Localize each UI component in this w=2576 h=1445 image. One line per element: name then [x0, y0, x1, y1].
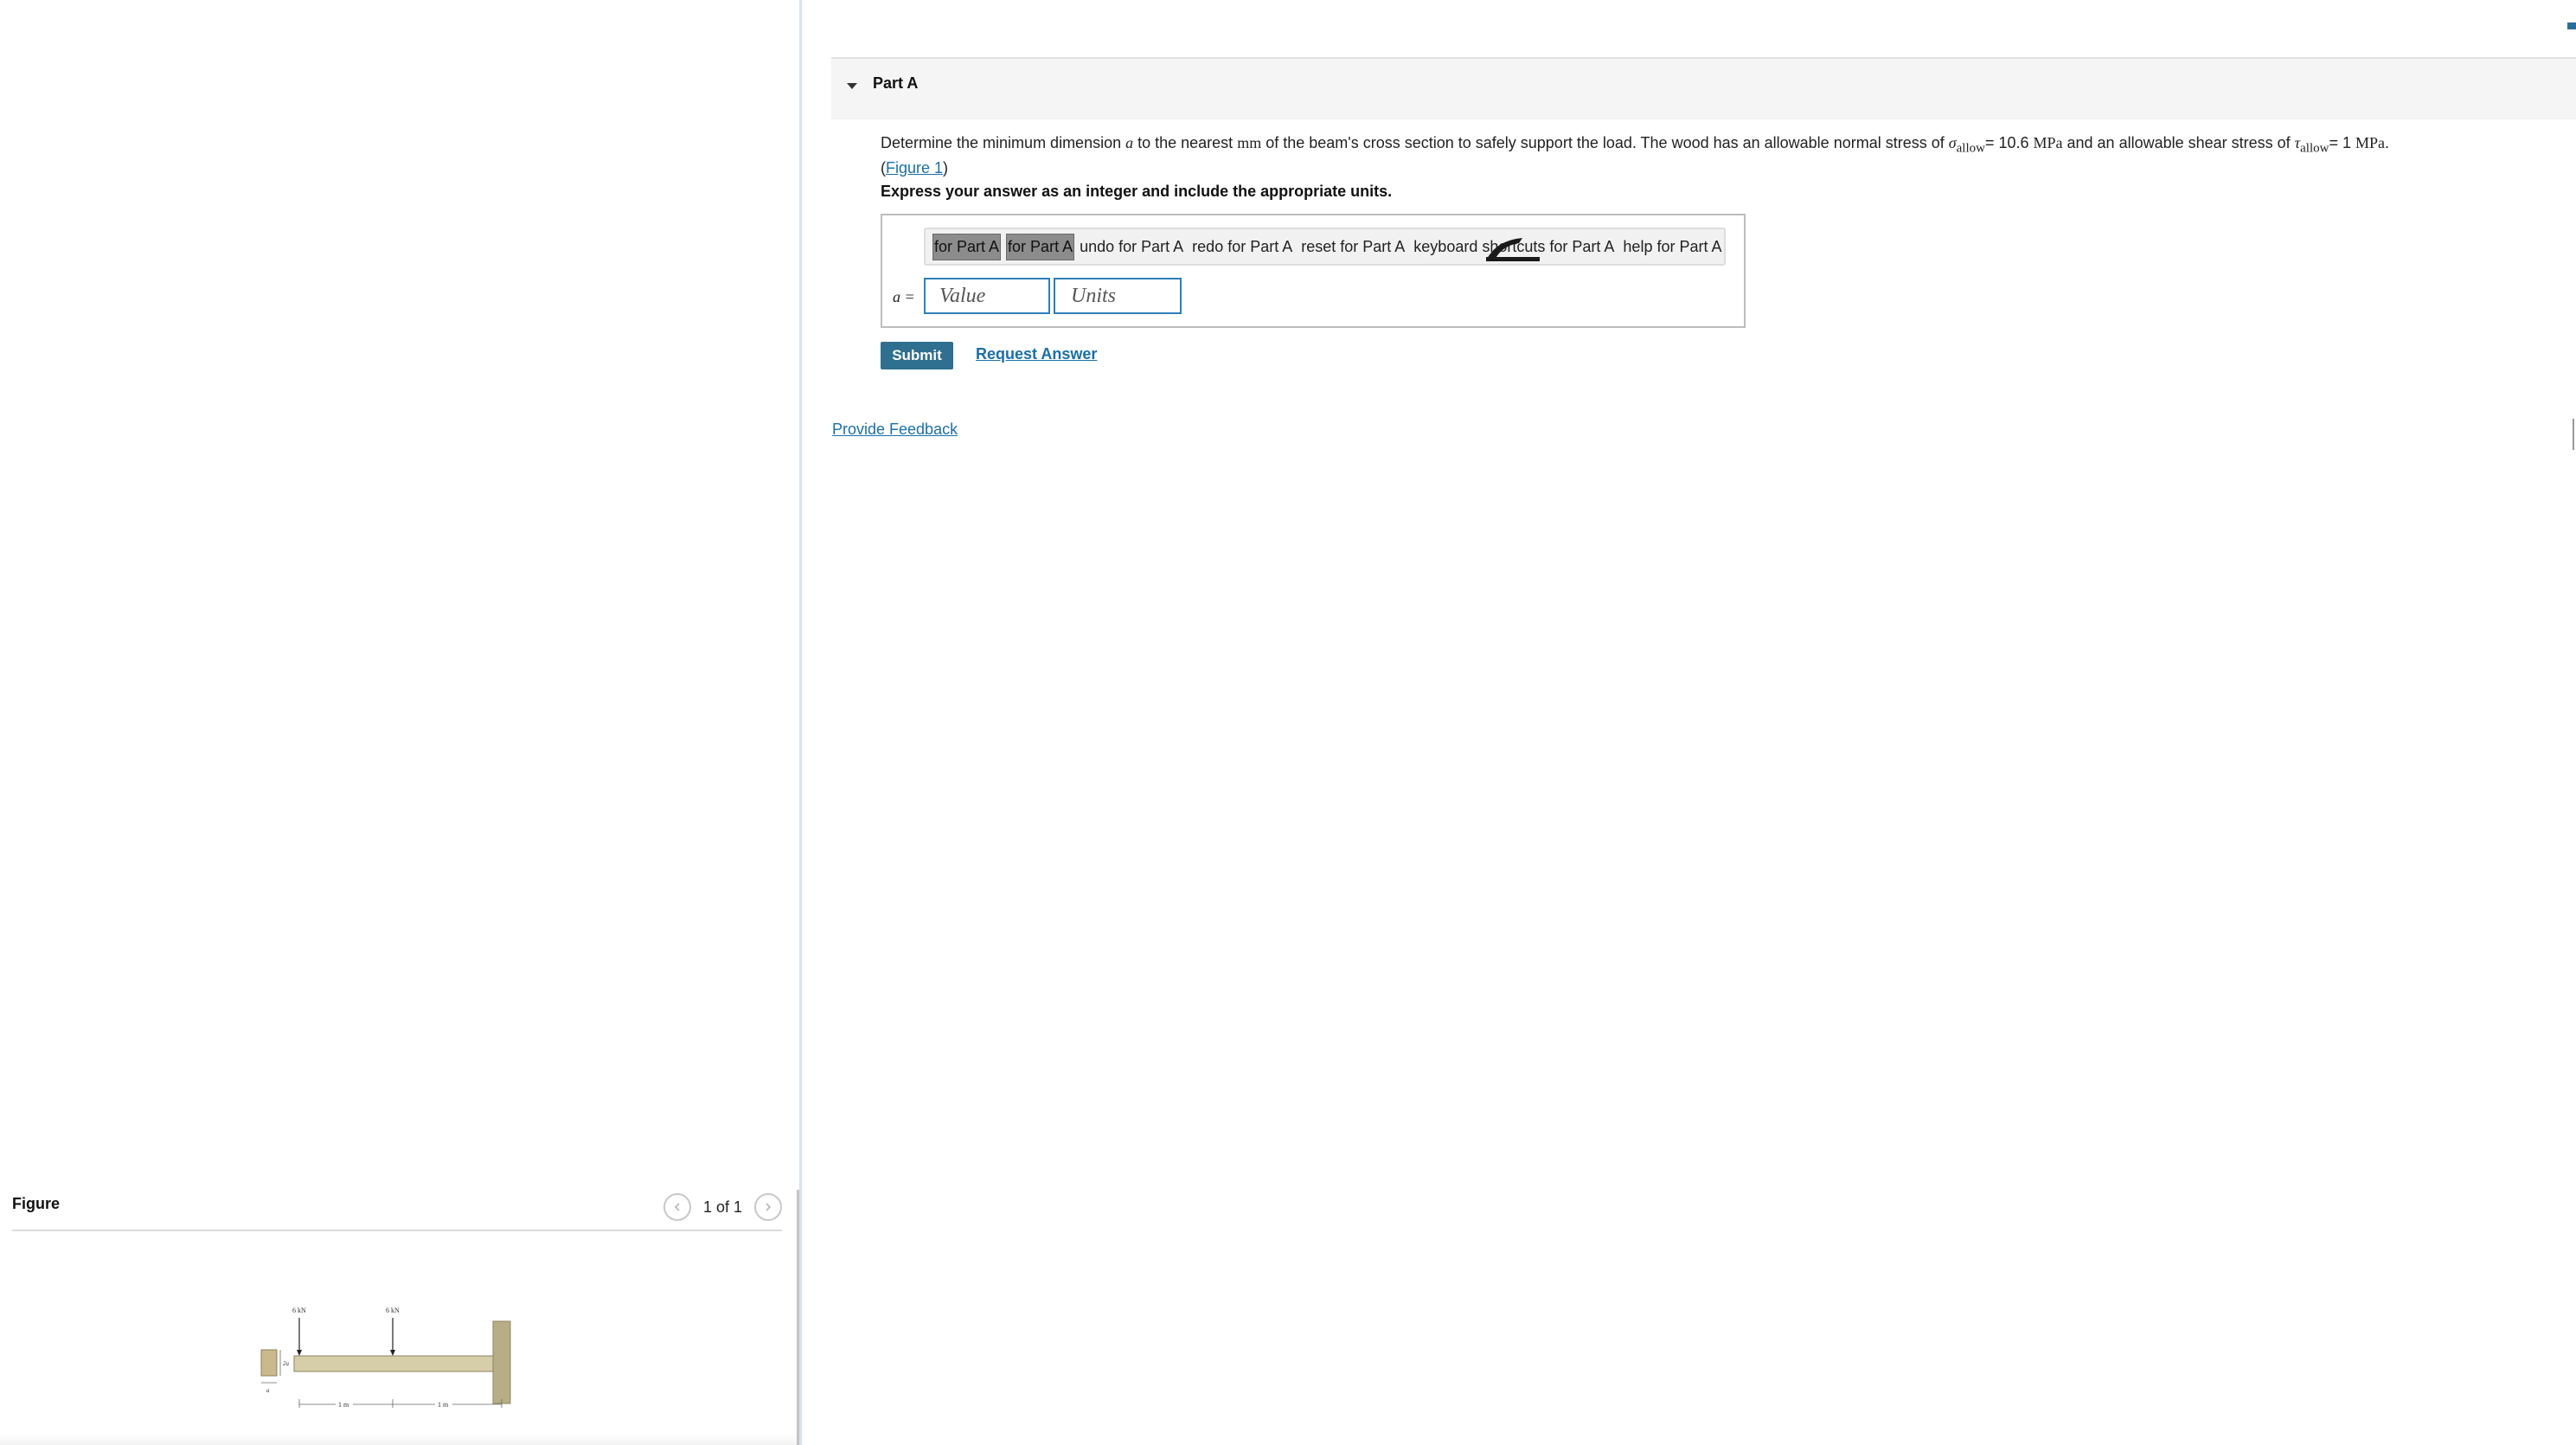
figure-pager: 1 of 1: [663, 1193, 782, 1221]
reset-button[interactable]: reset for Part A: [1301, 238, 1405, 256]
figure-title: Figure: [12, 1195, 61, 1212]
provide-feedback-link[interactable]: Provide Feedback: [832, 421, 958, 439]
load-label-1: 6 kN: [292, 1307, 306, 1314]
submit-button[interactable]: Submit: [881, 342, 953, 369]
figure-ref-close: ): [943, 158, 949, 177]
cursor-arrow-icon: [1486, 237, 1541, 261]
part-title: Part A: [873, 74, 919, 92]
section-height-label: 2a: [283, 1360, 290, 1367]
answer-box: for Part A for Part A undo for Part A re…: [881, 214, 1746, 328]
part-header[interactable]: Part A: [831, 57, 2576, 119]
sigma-symbol: σ: [1948, 134, 1957, 151]
unit-mpa-2: MPa: [2355, 134, 2385, 151]
section-width-label: a: [266, 1387, 270, 1394]
template-button-2[interactable]: for Part A: [1006, 233, 1075, 260]
fixed-wall: [492, 1320, 511, 1404]
value-input[interactable]: [924, 278, 1050, 314]
problem-text-7: .: [2385, 134, 2390, 151]
redo-button[interactable]: redo for Part A: [1192, 238, 1292, 256]
unit-mpa-1: MPa: [2033, 134, 2063, 151]
problem-text-5: and an allowable shear stress of: [2062, 134, 2295, 151]
tau-subscript: allow: [2300, 141, 2329, 156]
request-answer-link[interactable]: Request Answer: [976, 345, 1097, 363]
answer-variable-label: a =: [893, 288, 915, 305]
span-label-2: 1 m: [438, 1401, 449, 1409]
problem-text-6: = 1: [2329, 134, 2355, 151]
load-arrowhead-1: [297, 1350, 302, 1356]
chevron-right-icon: [766, 1203, 772, 1211]
load-label-2: 6 kN: [386, 1307, 400, 1314]
edge-handle[interactable]: [2573, 419, 2576, 450]
figure-1-link[interactable]: Figure 1: [886, 159, 943, 177]
pager-count: 1 of 1: [702, 1198, 742, 1216]
question-pane: Part A Determine the minimum dimension a…: [802, 0, 2576, 1445]
problem-text-4: = 10.6: [1984, 134, 2034, 151]
load-arrowhead-2: [390, 1350, 395, 1356]
beam: [293, 1355, 494, 1372]
var-a: a: [1125, 134, 1134, 151]
unit-mm: mm: [1237, 134, 1262, 151]
figure-header: Figure 1 of 1: [12, 1190, 782, 1231]
span-label-1: 1 m: [338, 1401, 349, 1409]
next-figure-button[interactable]: [754, 1193, 782, 1221]
figure-pane: Figure 1 of 1 a 2a 6 kN 6 kN 1 m 1 m: [0, 0, 799, 1445]
template-button-1[interactable]: for Part A: [932, 233, 1002, 260]
pane-divider-handle[interactable]: [797, 1190, 799, 1445]
caret-down-icon[interactable]: [847, 83, 857, 89]
beam-figure: a 2a 6 kN 6 kN 1 m 1 m: [260, 1307, 511, 1409]
cross-section-block: [260, 1349, 278, 1377]
undo-button[interactable]: undo for Part A: [1080, 238, 1183, 256]
prev-figure-button[interactable]: [663, 1193, 691, 1221]
chevron-left-icon: [674, 1203, 680, 1211]
help-button[interactable]: help for Part A: [1623, 238, 1721, 256]
answer-instruction: Express your answer as an integer and in…: [881, 183, 1393, 200]
sigma-subscript: allow: [1956, 141, 1985, 156]
math-toolbar: for Part A for Part A undo for Part A re…: [924, 228, 1726, 266]
corner-marker: [2567, 22, 2576, 29]
problem-text-2: to the nearest: [1133, 134, 1238, 151]
problem-statement: Determine the minimum dimension a to the…: [881, 133, 2524, 177]
units-input[interactable]: [1054, 278, 1182, 314]
problem-text-3: of the beam's cross section to safely su…: [1261, 134, 1949, 151]
problem-text-1: Determine the minimum dimension: [881, 134, 1126, 151]
pane-bottom-fade: [0, 1435, 799, 1445]
keyboard-shortcuts-button[interactable]: keyboard shortcuts for Part A: [1413, 237, 1614, 261]
